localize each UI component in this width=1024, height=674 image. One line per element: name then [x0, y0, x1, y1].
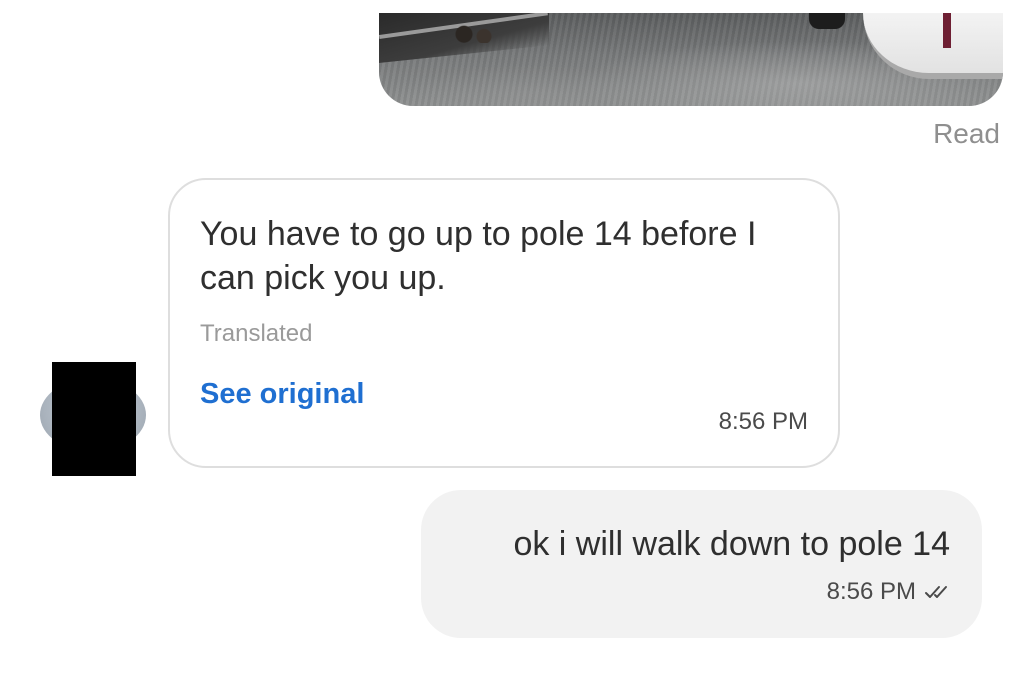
double-check-icon	[924, 584, 950, 600]
photo-shoe	[809, 13, 845, 29]
incoming-message-bubble[interactable]: You have to go up to pole 14 before I ca…	[168, 178, 840, 468]
image-attachment[interactable]	[379, 13, 1003, 106]
see-original-link[interactable]: See original	[200, 378, 364, 411]
message-text: You have to go up to pole 14 before I ca…	[200, 215, 757, 297]
translated-label: Translated	[200, 320, 313, 347]
outgoing-message-bubble[interactable]: ok i will walk down to pole 14 8:56 PM	[421, 490, 982, 638]
photo-pillar-stripe	[943, 13, 951, 48]
message-timestamp: 8:56 PM	[826, 578, 916, 605]
photo-feet	[449, 21, 499, 43]
message-timestamp: 8:56 PM	[718, 408, 808, 435]
redaction-block	[52, 362, 136, 476]
message-text: ok i will walk down to pole 14	[513, 525, 950, 563]
read-receipt: Read	[933, 118, 1000, 149]
chat-thread: Read You have to go up to pole 14 before…	[0, 0, 1024, 674]
message-meta: 8:56 PM	[827, 578, 950, 606]
